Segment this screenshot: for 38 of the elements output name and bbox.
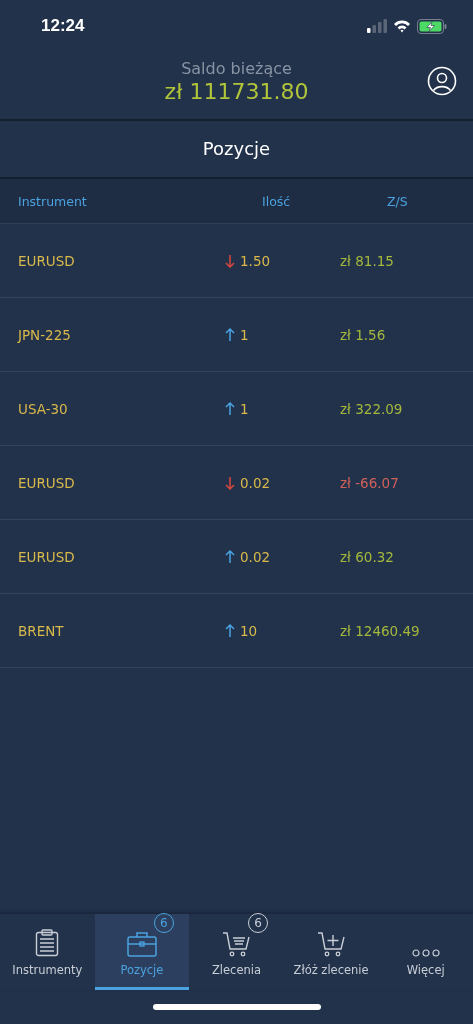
clipboard-icon	[35, 929, 60, 957]
quantity: 0.02	[240, 548, 271, 565]
quantity: 1.50	[240, 252, 271, 269]
balance-label: Saldo bieżące	[181, 59, 292, 78]
profit-loss: zł -66.07	[340, 474, 400, 491]
instrument-name: EURUSD	[17, 252, 76, 269]
balance-amount: zł 111731.80	[164, 79, 309, 104]
profit-loss: zł 322.09	[340, 400, 404, 417]
column-header: Instrument	[17, 193, 88, 209]
profit-loss: zł 60.32	[340, 548, 395, 565]
column-header: Ilość	[261, 193, 292, 209]
instrument-name: EURUSD	[17, 474, 76, 491]
tab[interactable]: 6 Pozycje	[94, 914, 190, 990]
tab[interactable]: Instrumenty	[0, 914, 95, 990]
column-header: Z/S	[386, 193, 409, 209]
instrument-name: EURUSD	[17, 548, 76, 565]
instrument-name: USA-30	[17, 400, 69, 417]
profit-loss: zł 12460.49	[340, 622, 421, 639]
quantity: 1	[240, 400, 249, 417]
instrument-name: JPN-225	[16, 326, 72, 343]
quantity: 0.02	[240, 474, 271, 491]
signal-icon	[367, 19, 387, 33]
tab[interactable]: Złóż zlecenie	[283, 914, 379, 990]
quantity: 10	[240, 622, 258, 639]
briefcase-icon	[126, 931, 157, 957]
battery-icon	[417, 18, 447, 34]
tab[interactable]: 6 Zlecenia	[189, 914, 284, 990]
cart-plus-icon	[317, 931, 346, 957]
profile-icon[interactable]	[427, 66, 457, 96]
profit-loss: zł 1.56	[340, 326, 387, 343]
more-icon	[411, 949, 440, 957]
profit-loss: zł 81.15	[340, 252, 395, 269]
cart-icon	[222, 931, 251, 957]
quantity: 1	[240, 326, 249, 343]
wifi-icon	[393, 19, 411, 33]
tab[interactable]: Więcej	[378, 914, 473, 990]
instrument-name: BRENT	[17, 622, 65, 639]
status-time: 12:24	[41, 16, 85, 36]
